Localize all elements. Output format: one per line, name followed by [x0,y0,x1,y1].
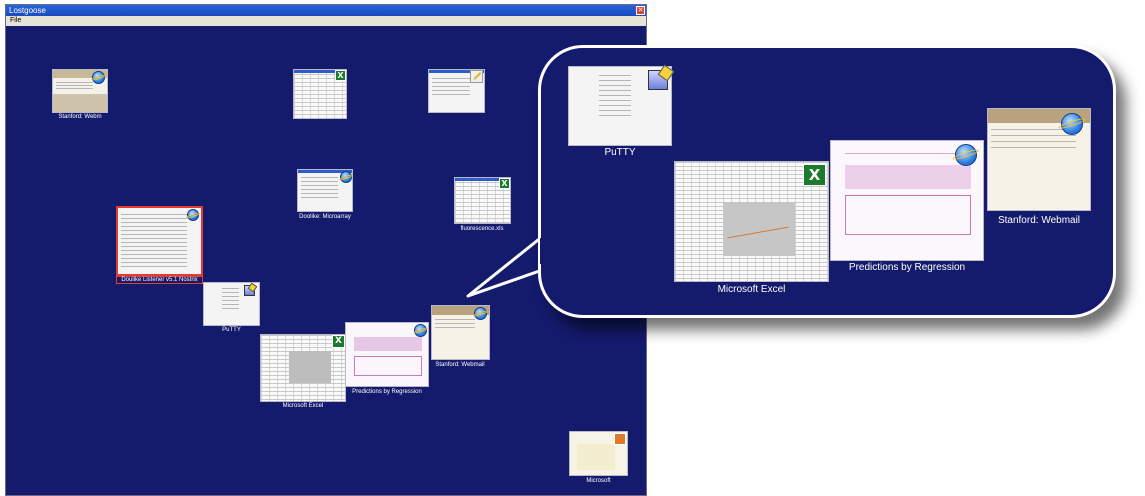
zoom-caption: PuTTY [604,147,636,158]
zoom-caption: Predictions by Regression [848,262,966,273]
putty-icon [648,70,668,90]
internet-explorer-icon [1061,113,1083,135]
zoom-caption: Microsoft Excel [717,284,786,295]
internet-explorer-icon [955,144,977,166]
excel-icon: X [803,164,826,186]
zoom-caption: Stanford: Webmail [997,215,1081,226]
